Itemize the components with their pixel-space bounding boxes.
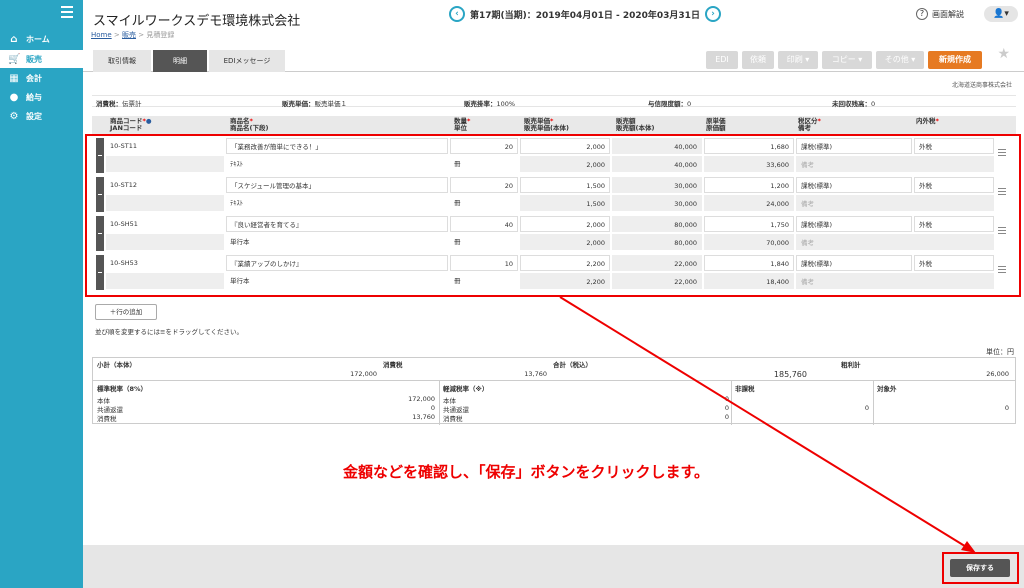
company-name: スマイルワークスデモ環境株式会社 <box>93 14 301 29</box>
summary-table: 小計（本体） 172,000 消費税 13,760 合計（税込） 185,760… <box>92 357 1016 381</box>
print-button[interactable]: 印刷 ▾ <box>778 51 818 69</box>
edi-button[interactable]: EDI <box>706 51 738 69</box>
prev-period-icon[interactable]: ‹ <box>449 6 465 22</box>
drag-hint: 並び順を変更するには≡をドラッグしてください。 <box>95 328 244 336</box>
profit-value: 26,000 <box>986 370 1009 378</box>
table-header: 商品コード*● JANコード 商品名* 商品名(下段) 数量* 単位 販売単価* 販売単… <box>92 116 1016 136</box>
hamburger-menu-icon[interactable] <box>61 6 73 21</box>
new-create-button[interactable]: 新規作成 <box>928 51 982 69</box>
sidebar: ⌂ ホーム 🛒 販売 ▦ 会計 ● 給与 ⚙ 設定 <box>0 0 83 588</box>
breadcrumb-current: 見積登録 <box>146 31 175 39</box>
copy-button[interactable]: コピー ▾ <box>822 51 872 69</box>
instruction-annotation: 金額などを確認し、「保存」ボタンをクリックします。 <box>343 463 710 481</box>
sidebar-item-payroll[interactable]: ● 給与 <box>0 88 83 106</box>
cart-icon: 🛒 <box>8 53 21 65</box>
question-icon: ? <box>916 8 928 20</box>
sidebar-item-accounting[interactable]: ▦ 会計 <box>0 69 83 87</box>
sidebar-item-home[interactable]: ⌂ ホーム <box>0 30 83 48</box>
period-label: 第17期(当期)：2019年04月01日 - 2020年03月31日 <box>470 10 700 21</box>
sidebar-item-settings[interactable]: ⚙ 設定 <box>0 107 83 125</box>
add-row-button[interactable]: ＋行の追加 <box>95 304 157 320</box>
tax-breakdown-table: 標準税率（8%） 本体 共通返還 消費税 172,000 0 13,760 軽減… <box>92 380 1016 425</box>
breadcrumb: Home > 販売 > 見積登録 <box>91 31 175 39</box>
top-bar: スマイルワークスデモ環境株式会社 ‹ 第17期(当期)：2019年04月01日 … <box>83 0 1024 30</box>
breadcrumb-sales[interactable]: 販売 <box>122 31 136 39</box>
other-button[interactable]: その他 ▾ <box>876 51 924 69</box>
total-value: 185,760 <box>773 370 807 379</box>
subtotal-value: 172,000 <box>350 370 377 378</box>
next-period-icon[interactable]: › <box>704 6 721 22</box>
period-selector: ‹ 第17期(当期)：2019年04月01日 - 2020年03月31日 › <box>449 6 721 22</box>
sidebar-item-sales[interactable]: 🛒 販売 <box>0 50 83 68</box>
tab-details[interactable]: 明細 <box>153 50 207 72</box>
user-icon: 👤▾ <box>993 9 1009 19</box>
breadcrumb-home[interactable]: Home <box>91 31 112 39</box>
star-icon[interactable]: ★ <box>997 46 1010 62</box>
home-icon: ⌂ <box>10 33 18 45</box>
tab-edi-message[interactable]: EDIメッセージ <box>209 50 285 72</box>
tab-transaction-info[interactable]: 取引情報 <box>93 50 151 72</box>
help-link[interactable]: ? 画面解説 <box>916 8 964 20</box>
calculator-icon: ▦ <box>9 72 19 84</box>
unit-label: 単位：円 <box>986 348 1014 356</box>
tax-value: 13,760 <box>524 370 547 378</box>
partner-name: 北海道送商事株式会社 <box>951 82 1012 89</box>
footer-bar <box>83 545 1024 588</box>
info-bar: 消費税：伝票計 販売単価：販売単価１ 販売掛率：100% 与信限度額：0 未回収… <box>92 95 1016 108</box>
moneybag-icon: ● <box>9 91 19 103</box>
user-menu[interactable]: 👤▾ <box>984 6 1018 22</box>
gear-icon: ⚙ <box>9 110 19 122</box>
save-highlight <box>942 552 1019 584</box>
table-highlight <box>85 134 1021 297</box>
request-button[interactable]: 依頼 <box>742 51 774 69</box>
